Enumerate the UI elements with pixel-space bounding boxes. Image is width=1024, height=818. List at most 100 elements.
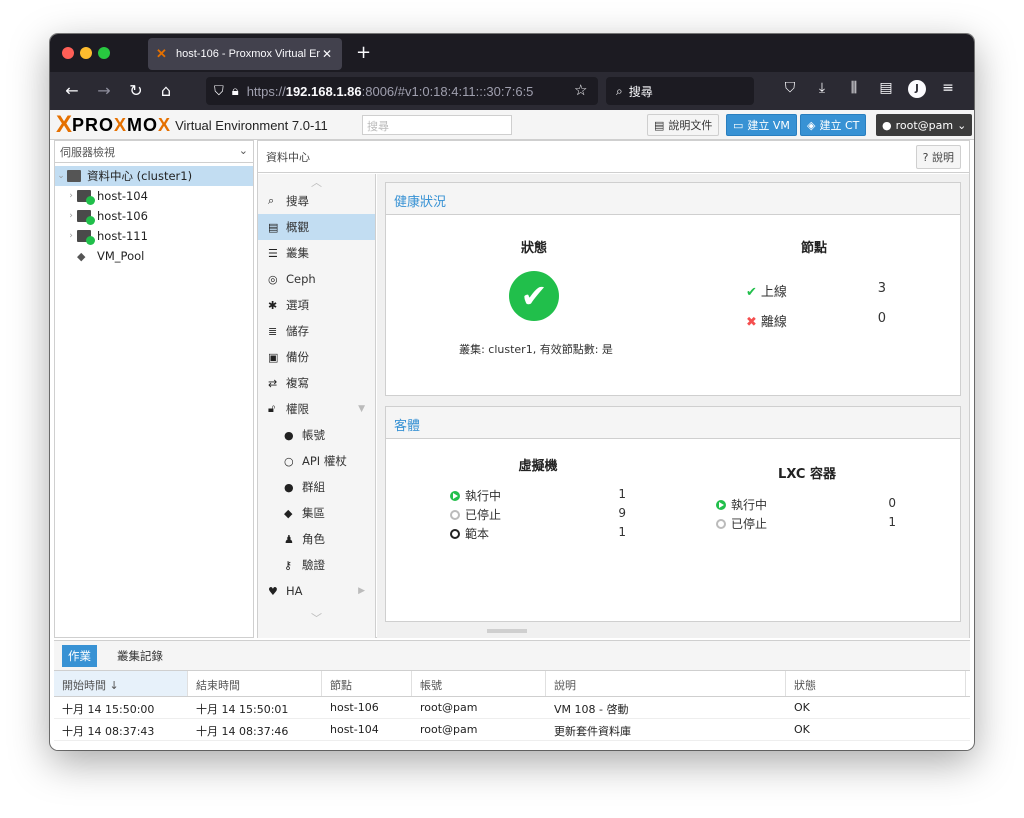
browser-tab[interactable]: ✕ host-106 - Proxmox Virtual Envi ✕ [148, 38, 342, 70]
scroll-up-chevron-icon[interactable]: ︿ [258, 174, 375, 189]
vm-running-label: 執行中 [465, 489, 502, 503]
close-tab-icon[interactable]: ✕ [320, 47, 334, 61]
tree-item-label: host-106 [97, 209, 148, 223]
documentation-button[interactable]: ▤ 說明文件 [647, 114, 720, 136]
floppy-icon: ▣ [268, 350, 279, 364]
table-row[interactable]: 十月 14 15:50:00 十月 14 15:50:01 host-106 r… [54, 697, 970, 719]
expand-icon[interactable]: ▶ [358, 586, 365, 596]
menu-item-options[interactable]: ✱ 選項 [258, 292, 375, 318]
table-row[interactable]: 十月 14 08:37:43 十月 14 08:37:46 host-104 r… [54, 719, 970, 741]
column-description[interactable]: 說明 [546, 671, 786, 696]
offline-label: 離線 [760, 315, 787, 330]
lxc-stopped-label: 已停止 [731, 517, 768, 531]
menu-item-backup[interactable]: ▣ 備份 [258, 344, 375, 370]
menu-item-label: Ceph [286, 272, 316, 286]
resize-grip[interactable] [487, 629, 527, 633]
url-bar[interactable]: ⛉ 🔒︎ https://192.168.1.86:8006/#v1:0:18:… [206, 77, 598, 105]
tree-item-vm-pool[interactable]: ◆ VM_Pool [55, 246, 253, 266]
stopped-icon [716, 519, 726, 529]
menu-item-users[interactable]: ● 帳號 [258, 422, 375, 448]
help-label: 說明 [932, 150, 954, 164]
cell-node: host-104 [330, 723, 379, 736]
menu-item-replication[interactable]: ⇄ 複寫 [258, 370, 375, 396]
create-vm-button[interactable]: ▭ 建立 VM [726, 114, 797, 136]
create-ct-label: 建立 CT [819, 119, 860, 132]
shield-icon[interactable]: ⛉ [214, 83, 224, 99]
tree-item-host-106[interactable]: › host-106 [55, 206, 253, 226]
menu-item-groups[interactable]: ● 群組 [258, 474, 375, 500]
user-menu-button[interactable]: ● root@pam ⌄ [876, 114, 973, 136]
menu-item-roles[interactable]: ♟ 角色 [258, 526, 375, 552]
column-start-time[interactable]: 開始時間 ↓ [54, 671, 188, 696]
menu-item-permissions[interactable]: 🔓︎ 權限 ▼ [258, 396, 375, 422]
expand-arrow-icon[interactable]: › [65, 191, 77, 201]
close-window-button[interactable] [62, 47, 74, 59]
cell-start-time: 十月 14 08:37:43 [62, 725, 155, 738]
library-icon[interactable]: ⫼ [844, 80, 864, 98]
tree-item-host-111[interactable]: › host-111 [55, 226, 253, 246]
download-icon[interactable]: ⤓ [812, 80, 832, 98]
content-panel: 資料中心 ? 說明 ︿ ⌕ 搜尋 ▤ 概觀 ☰ 叢集 ◎ Ceph ✱ 選項 ≣ 儲存 ▣ 備… [257, 140, 970, 638]
nodes-offline-row: ✖ 離線 0 [746, 311, 886, 330]
browser-window: ✕ host-106 - Proxmox Virtual Envi ✕ + ← … [50, 34, 974, 750]
vm-stopped-row: 已停止 9 [450, 506, 626, 523]
pve-search-input[interactable]: 搜尋 [362, 115, 512, 135]
server-online-icon [77, 210, 95, 225]
user-label: root@pam [895, 118, 954, 132]
create-ct-button[interactable]: ◈ 建立 CT [800, 114, 867, 136]
expand-arrow-icon[interactable]: › [65, 211, 77, 221]
create-vm-label: 建立 VM [747, 119, 790, 132]
new-tab-icon[interactable]: + [356, 42, 371, 63]
book-icon: ▤ [268, 220, 279, 234]
reload-icon[interactable]: ↻ [126, 81, 146, 100]
vm-running-count: 1 [618, 487, 626, 501]
lock-icon[interactable]: 🔒︎ [232, 83, 239, 99]
running-icon [716, 500, 726, 510]
vm-stopped-count: 9 [618, 506, 626, 520]
forward-icon[interactable]: → [94, 81, 114, 100]
logo-x: X [56, 111, 73, 138]
column-status[interactable]: 狀態 [786, 671, 966, 696]
menu-item-summary[interactable]: ▤ 概觀 [258, 214, 375, 240]
maximize-window-button[interactable] [98, 47, 110, 59]
tree-item-host-104[interactable]: › host-104 [55, 186, 253, 206]
logo-text: PROXMOX [72, 115, 171, 136]
menu-item-search[interactable]: ⌕ 搜尋 [258, 188, 375, 214]
menu-item-storage[interactable]: ≣ 儲存 [258, 318, 375, 344]
browser-search-bar[interactable]: ⌕ 搜尋 [606, 77, 754, 105]
nodes-online-row: ✔ 上線 3 [746, 281, 886, 300]
menu-item-ceph[interactable]: ◎ Ceph [258, 266, 375, 292]
menu-item-api-tokens[interactable]: ○ API 權杖 [258, 448, 375, 474]
profile-avatar-icon[interactable]: J [908, 80, 926, 98]
menu-item-ha[interactable]: ♥ HA ▶ [258, 578, 375, 604]
resource-tree-panel: 伺服器檢視 ⌄ ⌄ 資料中心 (cluster1) › host-104 › h… [54, 140, 254, 638]
pocket-icon[interactable]: ⛉ [780, 80, 800, 98]
menu-item-pools[interactable]: ◆ 集區 [258, 500, 375, 526]
column-end-time[interactable]: 結束時間 [188, 671, 322, 696]
tab-cluster-log[interactable]: 叢集記錄 [111, 645, 169, 667]
collapse-arrow-icon[interactable]: ⌄ [55, 171, 67, 181]
database-icon: ≣ [268, 324, 278, 338]
view-selector[interactable]: 伺服器檢視 ⌄ [55, 141, 253, 163]
help-button[interactable]: ? 說明 [915, 144, 961, 169]
cell-status: OK [794, 723, 810, 736]
back-icon[interactable]: ← [62, 81, 82, 100]
column-user[interactable]: 帳號 [412, 671, 546, 696]
tree-item-datacenter[interactable]: ⌄ 資料中心 (cluster1) [55, 166, 253, 186]
health-panel-title: 健康狀況 [386, 183, 960, 215]
menu-item-realms[interactable]: ⚷ 驗證 [258, 552, 375, 578]
minimize-window-button[interactable] [80, 47, 92, 59]
home-icon[interactable]: ⌂ [156, 81, 176, 100]
expand-arrow-icon[interactable]: › [65, 231, 77, 241]
bookmark-star-icon[interactable]: ☆ [574, 81, 587, 99]
tab-tasks[interactable]: 作業 [62, 644, 97, 667]
menu-item-cluster[interactable]: ☰ 叢集 [258, 240, 375, 266]
cube-icon: ◈ [807, 118, 816, 132]
column-node[interactable]: 節點 [322, 671, 412, 696]
sidebar-icon[interactable]: ▤ [876, 80, 896, 98]
hamburger-menu-icon[interactable]: ≡ [938, 80, 958, 98]
search-placeholder: 搜尋 [628, 84, 653, 99]
collapse-icon[interactable]: ▼ [358, 404, 365, 414]
breadcrumb: 資料中心 ? 說明 [258, 141, 969, 173]
scroll-down-chevron-icon[interactable]: ﹀ [258, 610, 375, 625]
